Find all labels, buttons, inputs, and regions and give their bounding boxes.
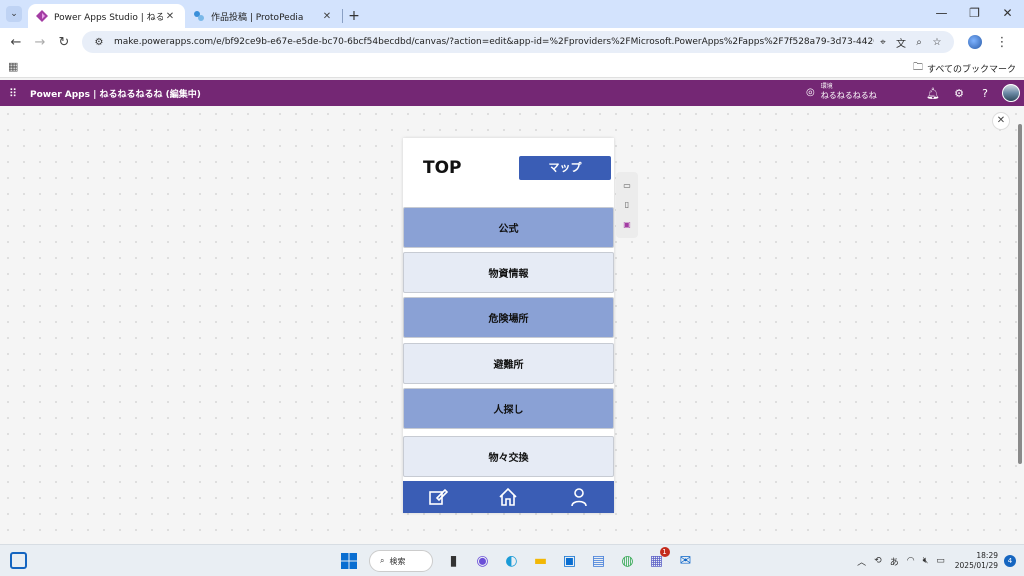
windows-start-icon[interactable] — [338, 550, 360, 572]
ime-indicator[interactable]: あ — [890, 555, 899, 568]
menu-button-person-search[interactable]: 人探し — [403, 388, 614, 429]
tab-close-icon[interactable]: ✕ — [163, 11, 177, 22]
restore-icon[interactable]: ❐ — [958, 0, 991, 28]
environment-name: ねるねるねるね — [820, 91, 877, 100]
tab-search-chevron-icon[interactable]: ⌄ — [6, 6, 22, 22]
power-apps-header: ⠿ Power Apps | ねるねるねるね (編集中) ◎ 環境 ねるねるねる… — [0, 80, 1024, 106]
screen-size-icon[interactable]: ▭ — [623, 181, 631, 190]
settings-gear-icon[interactable]: ⚙ — [946, 87, 972, 100]
outlook-icon[interactable]: ✉ — [675, 550, 697, 572]
close-preview-icon[interactable]: ✕ — [992, 112, 1010, 130]
all-bookmarks-label: すべてのブックマーク — [926, 65, 1016, 75]
all-bookmarks[interactable]: 🗀 すべてのブックマーク — [913, 60, 1016, 77]
minimize-icon[interactable]: — — [925, 0, 958, 28]
map-button[interactable]: マップ — [519, 156, 611, 180]
taskbar-search[interactable]: ⌕ 検索 — [369, 550, 433, 572]
menu-kebab-icon[interactable]: ⋮ — [990, 35, 1014, 50]
environment-picker[interactable]: ◎ 環境 ねるねるねるね — [806, 83, 877, 101]
bookmark-star-icon[interactable]: ☆ — [928, 37, 946, 48]
menu-button-supplies[interactable]: 物資情報 — [403, 252, 614, 293]
tab-protopedia[interactable]: 作品投稿 | ProtoPedia ✕ — [185, 4, 342, 28]
search-label: 検索 — [389, 556, 406, 566]
store-icon[interactable]: ▣ — [559, 550, 581, 572]
window-close-icon[interactable]: ✕ — [991, 0, 1024, 28]
tab-title: 作品投稿 | ProtoPedia — [211, 12, 304, 23]
volume-icon[interactable]: 🔇︎ — [923, 556, 929, 566]
canvas-scrollbar[interactable] — [1018, 124, 1022, 464]
wifi-icon[interactable]: ◠ — [907, 556, 915, 566]
phone-device-icon[interactable]: ▯ — [625, 200, 629, 209]
profile-avatar-icon[interactable] — [968, 35, 982, 49]
clock-date: 2025/01/29 — [954, 561, 998, 570]
app-top-bar: TOP マップ — [403, 138, 614, 205]
sync-icon[interactable]: ⟲ — [874, 556, 882, 566]
tab-close-icon[interactable]: ✕ — [320, 11, 334, 22]
browser-toolbar: ← → ↻ ⚙ make.powerapps.com/e/bf92ce9b-e6… — [0, 28, 1024, 56]
teams-badge: 1 — [659, 547, 670, 557]
reload-icon[interactable]: ↻ — [52, 35, 76, 50]
location-pin-icon[interactable]: ⌖ — [874, 37, 892, 48]
control-panel-icon[interactable]: ▤ — [588, 550, 610, 572]
edge-icon[interactable]: ◐ — [501, 550, 523, 572]
search-icon: ⌕ — [380, 556, 385, 565]
translate-icon[interactable]: 文 — [892, 35, 910, 50]
teams-icon[interactable]: ▦ 1 — [646, 547, 670, 572]
bookmarks-bar: ▦ 🗀 すべてのブックマーク — [0, 56, 1024, 78]
orientation-icon[interactable]: ▣ — [623, 220, 631, 229]
environment-icon: ◎ — [806, 86, 815, 98]
zoom-icon[interactable]: ⌕ — [910, 37, 928, 48]
taskbar-clock[interactable]: 18:29 2025/01/29 — [955, 551, 998, 571]
new-tab-plus-icon[interactable]: + — [343, 8, 365, 24]
studio-title: Power Apps | ねるねるねるね (編集中) — [30, 89, 201, 100]
system-tray: ︿ ⟲ あ ◠ 🔇︎ ▭ 18:29 2025/01/29 4 — [853, 545, 1024, 576]
notification-bell-icon[interactable]: 🔔︎ — [920, 87, 946, 100]
forward-arrow-icon[interactable]: → — [28, 35, 52, 50]
header-actions: 🔔︎ ⚙ ? — [920, 80, 1024, 106]
apps-grid-icon[interactable]: ▦ — [8, 60, 18, 73]
notification-count-badge[interactable]: 4 — [1004, 555, 1016, 567]
bottom-navigation — [403, 481, 614, 513]
site-settings-icon[interactable]: ⚙ — [90, 37, 108, 48]
app-screen: TOP マップ 公式 物資情報 危険場所 避難所 人探し 物々交換 — [403, 138, 614, 513]
folder-icon: 🗀 — [912, 62, 923, 73]
protopedia-icon — [194, 11, 204, 21]
preview-device-tools: ▭ ▯ ▣ — [616, 172, 638, 238]
menu-button-shelters[interactable]: 避難所 — [403, 343, 614, 384]
widgets-icon[interactable] — [10, 552, 27, 569]
power-apps-icon — [36, 10, 48, 22]
user-profile-icon[interactable] — [567, 485, 591, 509]
task-view-icon[interactable]: ▮ — [443, 550, 465, 572]
app-launcher-waffle-icon[interactable]: ⠿ — [0, 87, 26, 100]
battery-icon[interactable]: ▭ — [936, 556, 945, 566]
menu-button-official[interactable]: 公式 — [403, 207, 614, 248]
back-arrow-icon[interactable]: ← — [4, 35, 28, 50]
address-bar[interactable]: ⚙ make.powerapps.com/e/bf92ce9b-e67e-e5d… — [82, 31, 954, 53]
screen-title: TOP — [423, 158, 462, 178]
clock-time: 18:29 — [976, 551, 998, 560]
post-edit-icon[interactable] — [426, 485, 450, 509]
taskbar-apps: ⌕ 検索 ▮ ◉ ◐ ▬ ▣ ▤ ◍ ▦ 1 ✉ — [334, 547, 700, 573]
menu-button-barter[interactable]: 物々交換 — [403, 436, 614, 477]
menu-button-danger-zones[interactable]: 危険場所 — [403, 297, 614, 338]
environment-label: 環境 — [820, 83, 833, 90]
tab-title: Power Apps Studio | ねるねるね — [54, 12, 163, 23]
file-explorer-icon[interactable]: ▬ — [530, 550, 552, 572]
window-controls: — ❐ ✕ — [925, 0, 1024, 28]
home-icon[interactable] — [496, 485, 520, 509]
help-question-icon[interactable]: ? — [972, 87, 998, 100]
copilot-icon[interactable]: ◉ — [472, 550, 494, 572]
chrome-icon[interactable]: ◍ — [617, 550, 639, 572]
tab-power-apps[interactable]: Power Apps Studio | ねるねるね ✕ — [28, 4, 185, 28]
user-avatar[interactable] — [1002, 84, 1020, 102]
url-text: make.powerapps.com/e/bf92ce9b-e67e-e5de-… — [114, 37, 874, 47]
tray-chevron-icon[interactable]: ︿ — [857, 555, 866, 568]
windows-taskbar: ⌕ 検索 ▮ ◉ ◐ ▬ ▣ ▤ ◍ ▦ 1 ✉ ︿ ⟲ あ ◠ 🔇︎ ▭ 18:… — [0, 544, 1024, 576]
preview-canvas: ✕ TOP マップ 公式 物資情報 危険場所 避難所 人探し 物々交換 ▭ ▯ … — [0, 106, 1024, 544]
browser-tab-strip: ⌄ Power Apps Studio | ねるねるね ✕ 作品投稿 | Pro… — [0, 0, 1024, 28]
